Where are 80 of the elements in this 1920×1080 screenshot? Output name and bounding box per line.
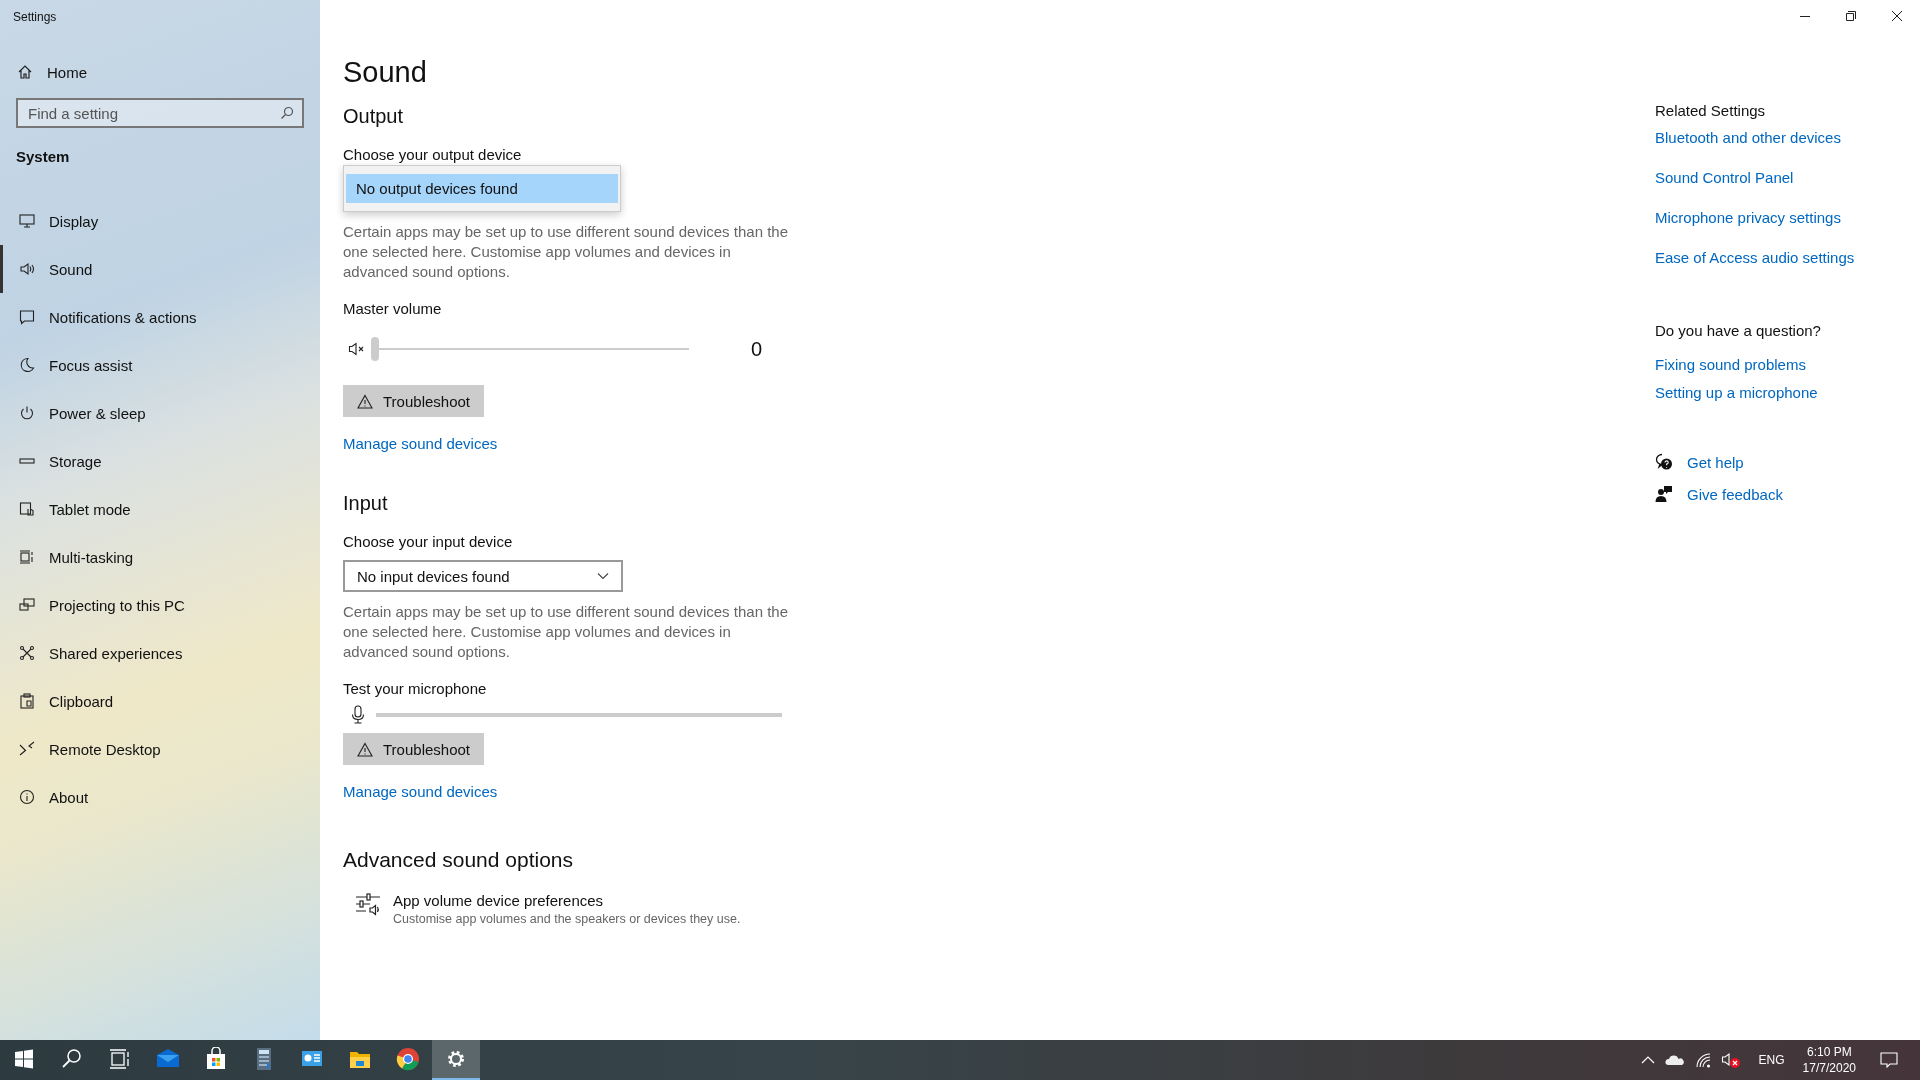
monitor-icon: [19, 213, 35, 229]
nav-item[interactable]: Multi-tasking: [0, 533, 134, 581]
nav-item[interactable]: Focus assist: [0, 341, 133, 389]
related-link[interactable]: Microphone privacy settings: [1655, 209, 1841, 226]
window-title: Settings: [12, 9, 58, 24]
troubleshoot-button[interactable]: Troubleshoot: [343, 733, 484, 765]
cloud-icon[interactable]: [1664, 1054, 1685, 1066]
field-label: Master volume: [343, 300, 442, 317]
tablet-icon: [19, 501, 35, 517]
help-link[interactable]: Fixing sound problems: [1655, 356, 1806, 373]
close-icon[interactable]: [1891, 10, 1903, 22]
section-heading: System: [16, 148, 71, 165]
chevron-down-icon: [597, 572, 609, 580]
restore-icon[interactable]: [1845, 10, 1857, 22]
manage-devices-link[interactable]: Manage sound devices: [343, 435, 498, 452]
language-indicator[interactable]: ENG: [1758, 1053, 1785, 1067]
speaker-icon: [19, 261, 35, 277]
related-heading: Related Settings: [1655, 102, 1766, 119]
nav-item[interactable]: Remote Desktop: [0, 725, 161, 773]
clock-time[interactable]: 6:10 PM: [1806, 1045, 1852, 1059]
volume-value: 0: [751, 337, 763, 361]
sliders-icon[interactable]: [355, 892, 381, 916]
muted-speaker-icon[interactable]: [1720, 1051, 1741, 1069]
nav-item[interactable]: Power & sleep: [0, 389, 146, 437]
info-icon: [19, 789, 35, 805]
speech-bubble-icon: [19, 309, 35, 325]
option-subtitle: Customise app volumes and the speakers or devices they use.: [393, 912, 741, 926]
clock-date[interactable]: 17/7/2020: [1802, 1061, 1856, 1075]
nav-item[interactable]: Notifications & actions: [0, 293, 197, 341]
section-heading: Advanced sound options: [343, 848, 573, 872]
home-link[interactable]: Home: [0, 60, 87, 84]
multitasking-icon: [19, 549, 35, 565]
field-label: Choose your input device: [343, 533, 513, 550]
field-label: Choose your output device: [343, 146, 522, 163]
wifi-icon[interactable]: [1694, 1052, 1711, 1068]
feedback-link[interactable]: Give feedback: [1687, 485, 1783, 503]
field-label: Test your microphone: [343, 680, 487, 697]
chevron-up-icon[interactable]: [1640, 1055, 1655, 1065]
nav-item[interactable]: Projecting to this PC: [0, 581, 185, 629]
nav-item[interactable]: Clipboard: [0, 677, 114, 725]
troubleshoot-button[interactable]: Troubleshoot: [343, 385, 484, 417]
help-link[interactable]: Get help: [1687, 453, 1744, 471]
power-icon: [19, 405, 35, 421]
help-link[interactable]: Setting up a microphone: [1655, 384, 1818, 401]
question-heading: Do you have a question?: [1655, 322, 1821, 339]
related-link[interactable]: Ease of Access audio settings: [1655, 249, 1855, 266]
search-field[interactable]: Find a setting: [16, 98, 304, 128]
page-title: Sound: [343, 56, 427, 89]
projector-icon: [19, 597, 35, 613]
notification-icon[interactable]: [1880, 1052, 1898, 1068]
nav-item[interactable]: About: [0, 773, 89, 821]
description-text: Certain apps may be set up to use different sound devices than the one selected here. Customise app volumes and devices in advanced sound options.: [343, 222, 789, 282]
nav-item[interactable]: Storage: [0, 437, 102, 485]
manage-devices-link[interactable]: Manage sound devices: [343, 783, 498, 800]
related-link[interactable]: Sound Control Panel: [1655, 169, 1794, 186]
person-feedback-icon: [1655, 485, 1673, 503]
related-link[interactable]: Bluetooth and other devices: [1655, 129, 1841, 146]
nav-item[interactable]: Sound: [0, 245, 93, 293]
dropdown[interactable]: No input devices found: [343, 560, 623, 592]
section-heading: Input: [343, 492, 388, 515]
microphone-icon: [350, 705, 366, 725]
moon-icon: [19, 357, 35, 373]
nav-item[interactable]: Tablet mode: [0, 485, 131, 533]
nav-item[interactable]: Display: [0, 197, 99, 245]
section-heading: Output: [343, 105, 404, 128]
network-icon: [19, 645, 35, 661]
remote-icon: [19, 741, 35, 757]
slider-thumb[interactable]: [371, 337, 379, 361]
muted-speaker-icon[interactable]: [348, 341, 366, 357]
help-chat-icon: [1655, 453, 1673, 471]
dropdown-option[interactable]: No output devices found: [346, 174, 618, 203]
option-title[interactable]: App volume device preferences: [393, 892, 604, 909]
home-icon: [17, 64, 33, 80]
clipboard-icon: [19, 693, 35, 709]
warning-icon: [357, 393, 373, 409]
warning-icon: [357, 741, 373, 757]
search-icon: [280, 106, 294, 120]
gear-icon[interactable]: [432, 1040, 480, 1080]
nav-item[interactable]: Shared experiences: [0, 629, 183, 677]
description-text: Certain apps may be set up to use different sound devices than the one selected here. Customise app volumes and devices in advanced sound options.: [343, 602, 789, 662]
